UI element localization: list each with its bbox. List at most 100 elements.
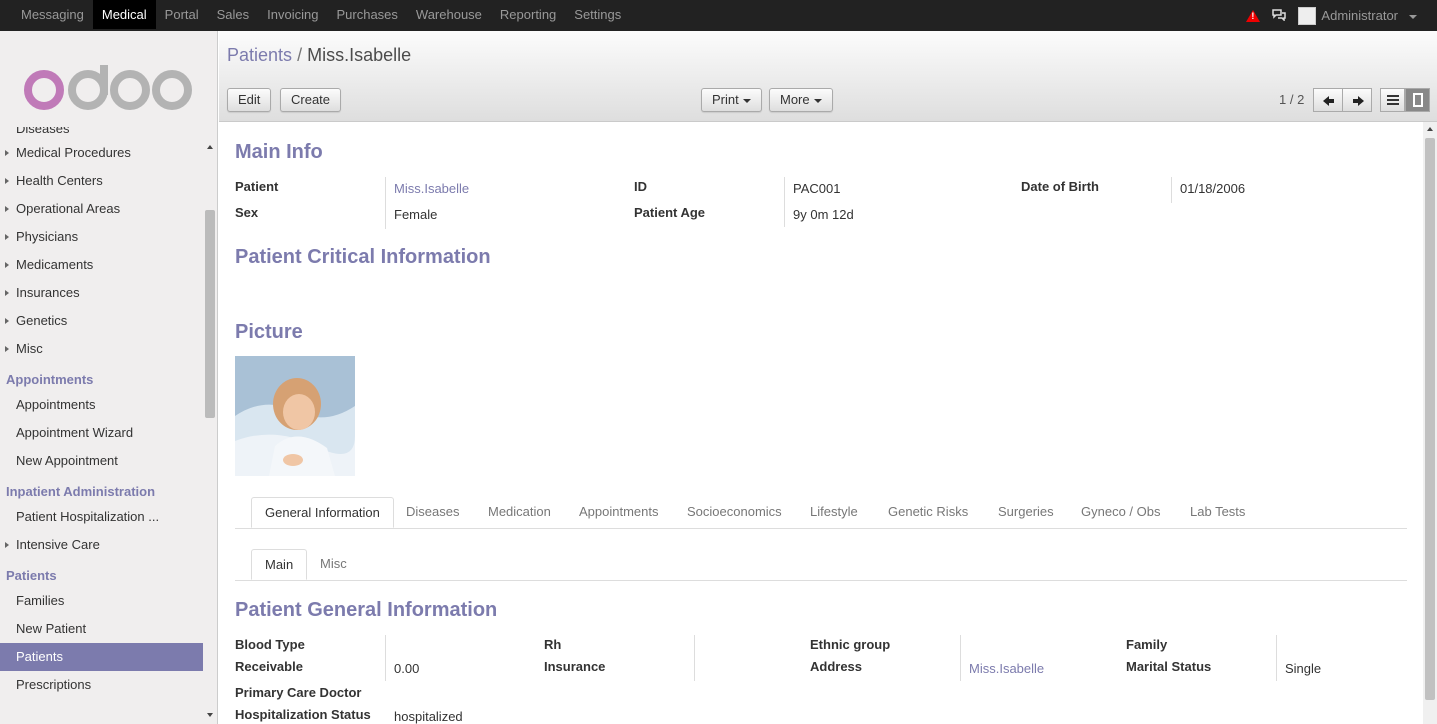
tab-surgeries[interactable]: Surgeries [985, 497, 1067, 528]
pager-next-button[interactable] [1342, 88, 1372, 112]
menu-reporting[interactable]: Reporting [491, 0, 565, 29]
sidebar-item-genetics[interactable]: Genetics [0, 307, 203, 335]
user-name: Administrator [1321, 8, 1398, 23]
scroll-up-icon[interactable] [207, 145, 213, 149]
create-button[interactable]: Create [280, 88, 342, 112]
subtabs: Main Misc [235, 549, 1407, 581]
expand-icon [5, 318, 9, 324]
sidebar-item-new-patient[interactable]: New Patient [0, 615, 203, 643]
tab-lab-tests[interactable]: Lab Tests [1177, 497, 1258, 528]
field-label-receivable: Receivable [235, 659, 303, 674]
menu-portal[interactable]: Portal [156, 0, 208, 29]
sidebar-item-intensive-care[interactable]: Intensive Care [0, 531, 203, 559]
sidebar-item-patients[interactable]: Patients [0, 643, 203, 671]
menu-purchases[interactable]: Purchases [327, 0, 406, 29]
field-label-family: Family [1126, 637, 1168, 652]
sidebar-item-appointments[interactable]: Appointments [0, 391, 203, 419]
sidebar-item-medicaments[interactable]: Medicaments [0, 251, 203, 279]
field-value-marital-status: Single [1285, 661, 1322, 676]
tab-diseases[interactable]: Diseases [393, 497, 472, 528]
menu-warehouse[interactable]: Warehouse [407, 0, 491, 29]
sidebar-item-medical-procedures[interactable]: Medical Procedures [0, 139, 203, 167]
field-label-ethnic-group: Ethnic group [810, 637, 891, 652]
content-scrollbar[interactable] [1423, 122, 1437, 724]
patient-photo[interactable] [235, 356, 355, 476]
sidebar-item-physicians[interactable]: Physicians [0, 223, 203, 251]
pager-value: 1 / 2 [1279, 92, 1305, 107]
tab-gyneco-obs[interactable]: Gyneco / Obs [1068, 497, 1173, 528]
list-icon [1387, 95, 1399, 105]
chevron-down-icon [742, 98, 751, 103]
scrollbar-thumb[interactable] [1425, 138, 1435, 700]
scrollbar-thumb[interactable] [205, 210, 215, 418]
breadcrumb-separator: / [297, 45, 303, 65]
field-value-patient[interactable]: Miss.Isabelle [394, 181, 469, 196]
menu-messaging[interactable]: Messaging [12, 0, 93, 29]
menu-medical[interactable]: Medical [92, 0, 156, 29]
sidebar: Diseases Medical Procedures Health Cente… [0, 31, 218, 724]
top-navbar: Messaging Medical Portal Sales Invoicing… [0, 0, 1437, 31]
field-label-id: ID [634, 179, 647, 194]
divider [1171, 177, 1172, 203]
section-title-general-info: Patient General Information [235, 599, 498, 621]
field-label-hospitalization-status: Hospitalization Status [235, 707, 371, 722]
sidebar-item-patient-hospitalization[interactable]: Patient Hospitalization ... [0, 503, 203, 531]
list-view-button[interactable] [1380, 88, 1405, 112]
divider [385, 203, 386, 229]
more-button[interactable]: More [769, 88, 833, 112]
top-menu: Messaging Medical Portal Sales Invoicing… [12, 0, 630, 31]
sidebar-item-misc[interactable]: Misc [0, 335, 203, 363]
user-menu[interactable]: Administrator [1298, 6, 1417, 25]
print-button[interactable]: Print [701, 88, 762, 112]
avatar [1298, 6, 1317, 25]
chevron-down-icon [1409, 14, 1417, 19]
field-value-id: PAC001 [793, 181, 841, 196]
menu-settings[interactable]: Settings [565, 0, 630, 29]
tab-misc[interactable]: Misc [307, 549, 360, 580]
sidebar-item-new-appointment[interactable]: New Appointment [0, 447, 203, 475]
section-title-main-info: Main Info [235, 141, 323, 163]
chat-icon[interactable] [1272, 8, 1287, 24]
form-view-button[interactable] [1405, 88, 1430, 112]
sidebar-scrollbar[interactable] [203, 138, 217, 724]
field-value-address[interactable]: Miss.Isabelle [969, 661, 1044, 676]
sidebar-item-families[interactable]: Families [0, 587, 203, 615]
chevron-down-icon [813, 98, 822, 103]
breadcrumb-parent[interactable]: Patients [227, 45, 292, 65]
sidebar-item-diseases[interactable]: Diseases [0, 127, 203, 139]
pager-previous-button[interactable] [1313, 88, 1343, 112]
field-value-receivable: 0.00 [394, 661, 420, 676]
odoo-logo [24, 65, 194, 111]
field-label-patient-age: Patient Age [634, 205, 706, 220]
expand-icon [5, 290, 9, 296]
sidebar-item-appointment-wizard[interactable]: Appointment Wizard [0, 419, 203, 447]
tab-general-information[interactable]: General Information [251, 497, 394, 528]
tab-genetic-risks[interactable]: Genetic Risks [875, 497, 981, 528]
divider [784, 177, 785, 227]
field-label-date-of-birth: Date of Birth [1021, 179, 1099, 194]
scroll-up-icon[interactable] [1427, 127, 1433, 131]
tab-main[interactable]: Main [251, 549, 308, 580]
tab-socioeconomics[interactable]: Socioeconomics [674, 497, 795, 528]
menu-sales[interactable]: Sales [208, 0, 259, 29]
breadcrumb: Patients / Miss.Isabelle [227, 45, 411, 66]
tab-appointments[interactable]: Appointments [566, 497, 672, 528]
sidebar-item-health-centers[interactable]: Health Centers [0, 167, 203, 195]
form-icon [1413, 93, 1423, 107]
divider [385, 635, 386, 681]
sidebar-item-insurances[interactable]: Insurances [0, 279, 203, 307]
section-title-critical-info: Patient Critical Information [235, 246, 491, 268]
tab-medication[interactable]: Medication [475, 497, 564, 528]
menu-invoicing[interactable]: Invoicing [258, 0, 327, 29]
scroll-down-icon[interactable] [207, 713, 213, 717]
edit-button[interactable]: Edit [227, 88, 272, 112]
sidebar-item-prescriptions[interactable]: Prescriptions [0, 671, 203, 699]
section-title-picture: Picture [235, 321, 303, 343]
sidebar-item-operational-areas[interactable]: Operational Areas [0, 195, 203, 223]
tab-lifestyle[interactable]: Lifestyle [797, 497, 871, 528]
field-label-primary-care-doctor: Primary Care Doctor [235, 685, 362, 700]
field-label-insurance: Insurance [544, 659, 606, 674]
warning-icon[interactable] [1246, 9, 1261, 22]
field-label-rh: Rh [544, 637, 562, 652]
divider [694, 635, 695, 681]
